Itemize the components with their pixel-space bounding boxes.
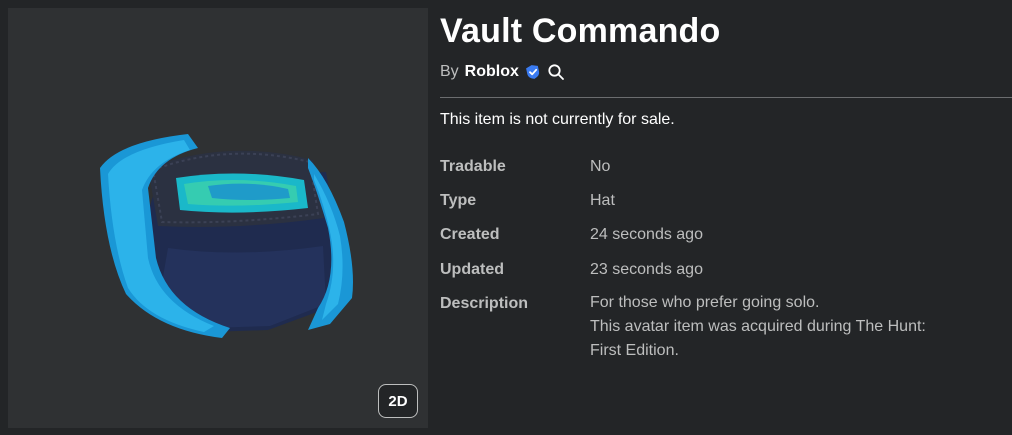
description-line: This avatar item was acquired during The… <box>590 318 926 335</box>
detail-label: Created <box>440 226 500 243</box>
description-line: For those who prefer going solo. <box>590 294 820 311</box>
description-line: First Edition. <box>590 342 679 359</box>
search-icon[interactable] <box>547 63 565 81</box>
sale-status-text: This item is not currently for sale. <box>440 111 675 128</box>
item-3d-preview <box>100 134 353 338</box>
detail-value: 24 seconds ago <box>590 226 703 243</box>
detail-value: No <box>590 158 611 175</box>
item-details: Vault Commando By Roblox This item is no… <box>440 0 1012 435</box>
toggle-2d-button[interactable]: 2D <box>378 384 418 418</box>
detail-label: Tradable <box>440 158 506 175</box>
by-label: By <box>440 63 459 80</box>
detail-label: Updated <box>440 261 504 278</box>
divider <box>440 97 1012 98</box>
creator-line: By Roblox <box>440 63 565 81</box>
creator-link[interactable]: Roblox <box>465 63 519 81</box>
detail-value: 23 seconds ago <box>590 261 703 278</box>
detail-value: Hat <box>590 192 615 209</box>
description-label: Description <box>440 295 529 312</box>
verified-badge-icon <box>525 64 541 80</box>
detail-label: Type <box>440 192 477 209</box>
item-title: Vault Commando <box>440 12 721 50</box>
item-thumbnail-panel: 2D <box>8 8 428 428</box>
description-text: For those who prefer going solo. This av… <box>590 291 1010 363</box>
